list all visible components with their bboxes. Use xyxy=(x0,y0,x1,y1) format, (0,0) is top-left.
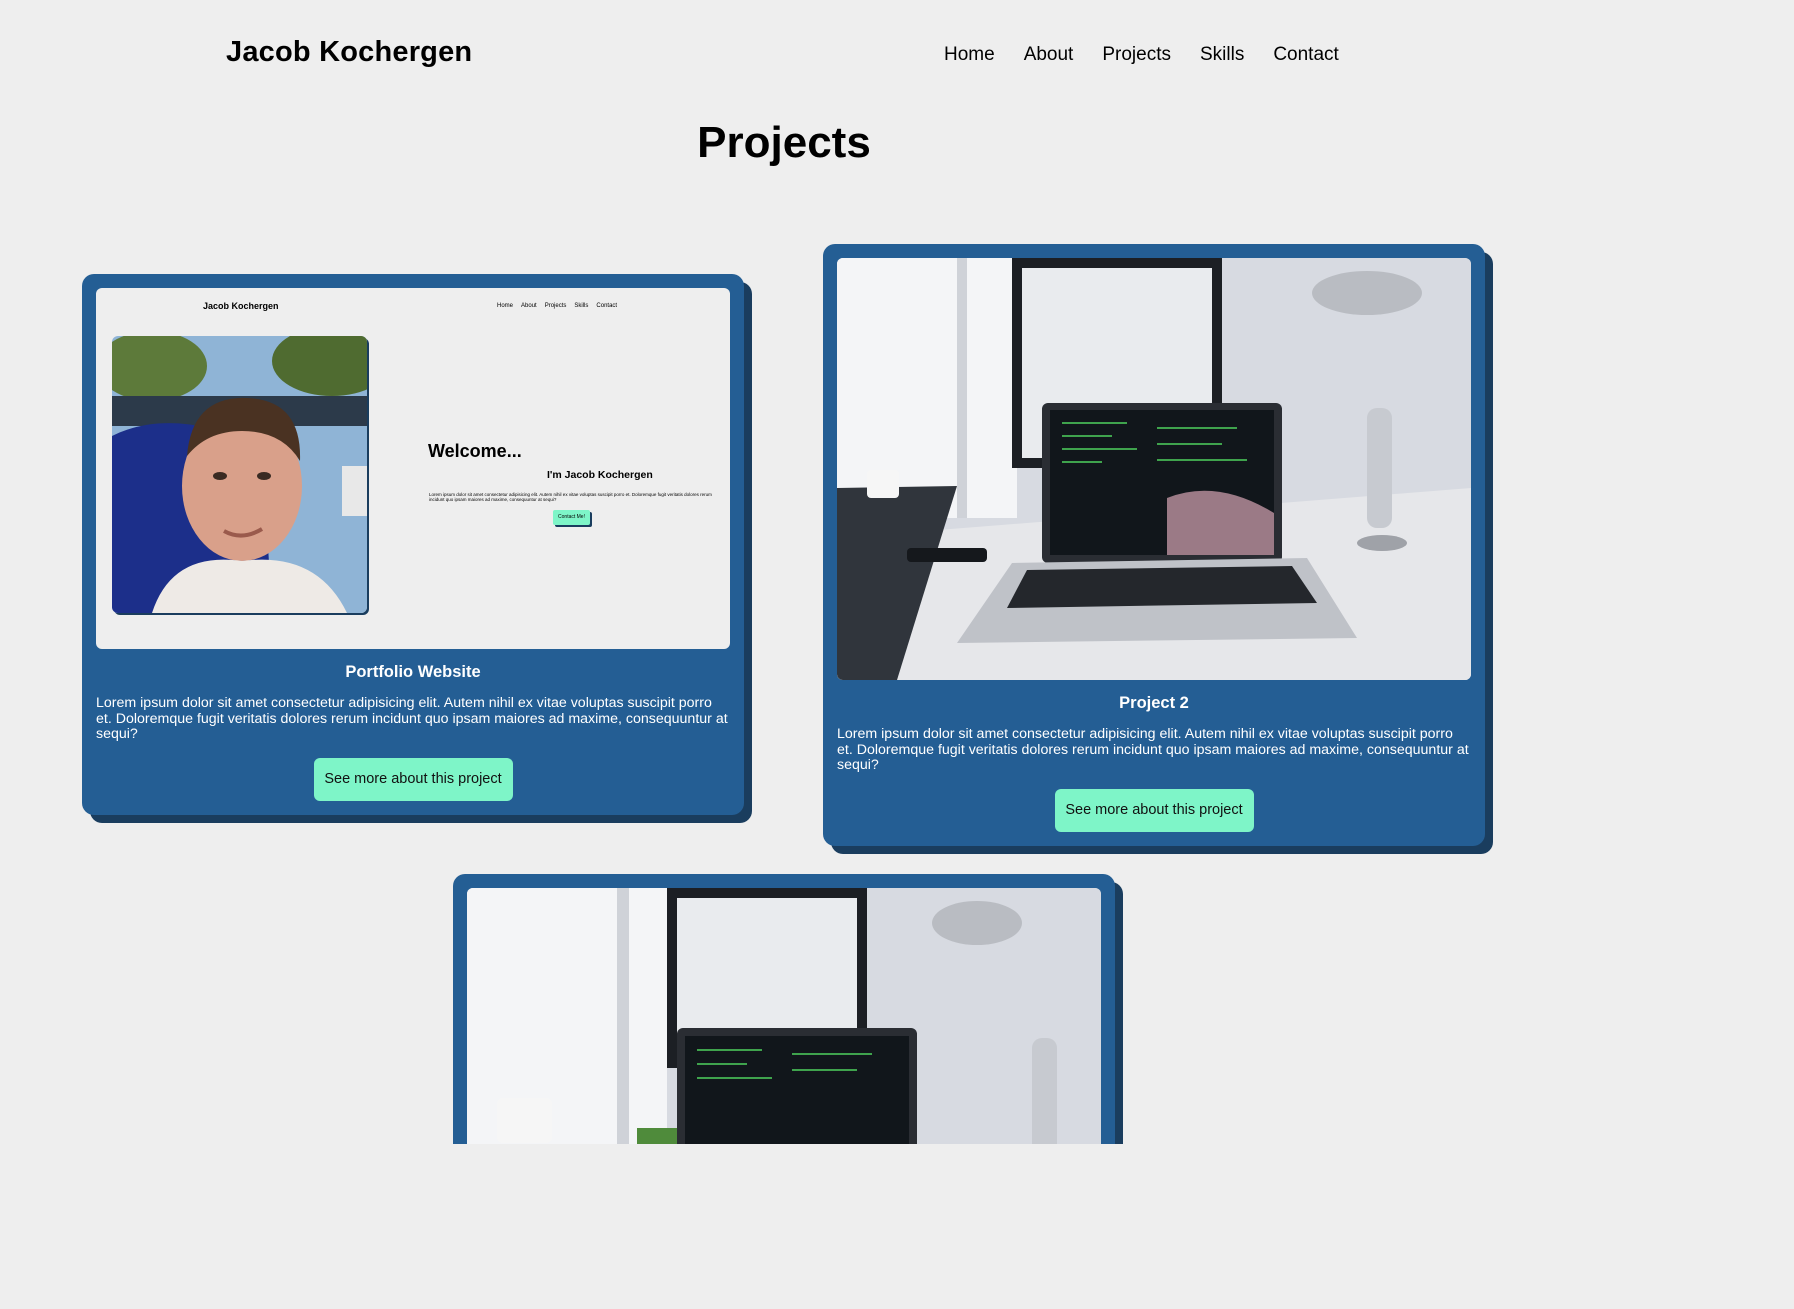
mini-welcome: Welcome... xyxy=(428,441,522,461)
project-image xyxy=(467,888,1101,1144)
page: Jacob Kochergen Home About Projects Skil… xyxy=(0,0,1568,1144)
project-title: Portfolio Website xyxy=(345,663,481,681)
project-description: Lorem ipsum dolor sit amet consectetur a… xyxy=(837,726,1469,773)
laptop-desk-image xyxy=(837,258,1471,680)
mini-body: Lorem ipsum dolor sit amet consectetur a… xyxy=(429,492,712,502)
project-image xyxy=(837,258,1471,680)
nav-home[interactable]: Home xyxy=(944,44,995,66)
mini-nav-contact: Contact xyxy=(596,303,618,309)
project-title: Project 2 xyxy=(1119,694,1189,712)
laptop-desk-image xyxy=(467,888,1101,1144)
profile-photo-image xyxy=(112,336,367,613)
site-brand[interactable]: Jacob Kochergen xyxy=(226,36,472,69)
mini-nav: Home About Projects Skills Contact xyxy=(497,303,617,309)
see-more-button[interactable]: See more about this project xyxy=(313,757,513,801)
project-card-2: Project 2 Lorem ipsum dolor sit amet con… xyxy=(823,244,1485,846)
mini-contact-button: Contact Me! xyxy=(553,510,590,525)
mini-nav-projects: Projects xyxy=(544,303,567,309)
mini-nav-about: About xyxy=(521,303,537,309)
mini-nav-skills: Skills xyxy=(574,303,589,309)
mini-subtitle: I'm Jacob Kochergen xyxy=(547,469,653,481)
project-card-3 xyxy=(453,874,1115,1144)
project-description: Lorem ipsum dolor sit amet consectetur a… xyxy=(96,695,728,742)
profile-photo xyxy=(112,336,367,613)
project-card-portfolio: Jacob Kochergen Home About Projects Skil… xyxy=(82,274,744,815)
main-nav: Home About Projects Skills Contact xyxy=(944,44,1339,66)
portfolio-screenshot: Jacob Kochergen Home About Projects Skil… xyxy=(96,288,730,649)
mini-brand: Jacob Kochergen xyxy=(203,301,279,311)
page-title: Projects xyxy=(697,118,871,167)
nav-contact[interactable]: Contact xyxy=(1273,44,1338,66)
mini-nav-home: Home xyxy=(497,303,514,309)
see-more-button[interactable]: See more about this project xyxy=(1054,788,1254,832)
nav-about[interactable]: About xyxy=(1024,44,1074,66)
nav-projects[interactable]: Projects xyxy=(1102,44,1171,66)
nav-skills[interactable]: Skills xyxy=(1200,44,1244,66)
